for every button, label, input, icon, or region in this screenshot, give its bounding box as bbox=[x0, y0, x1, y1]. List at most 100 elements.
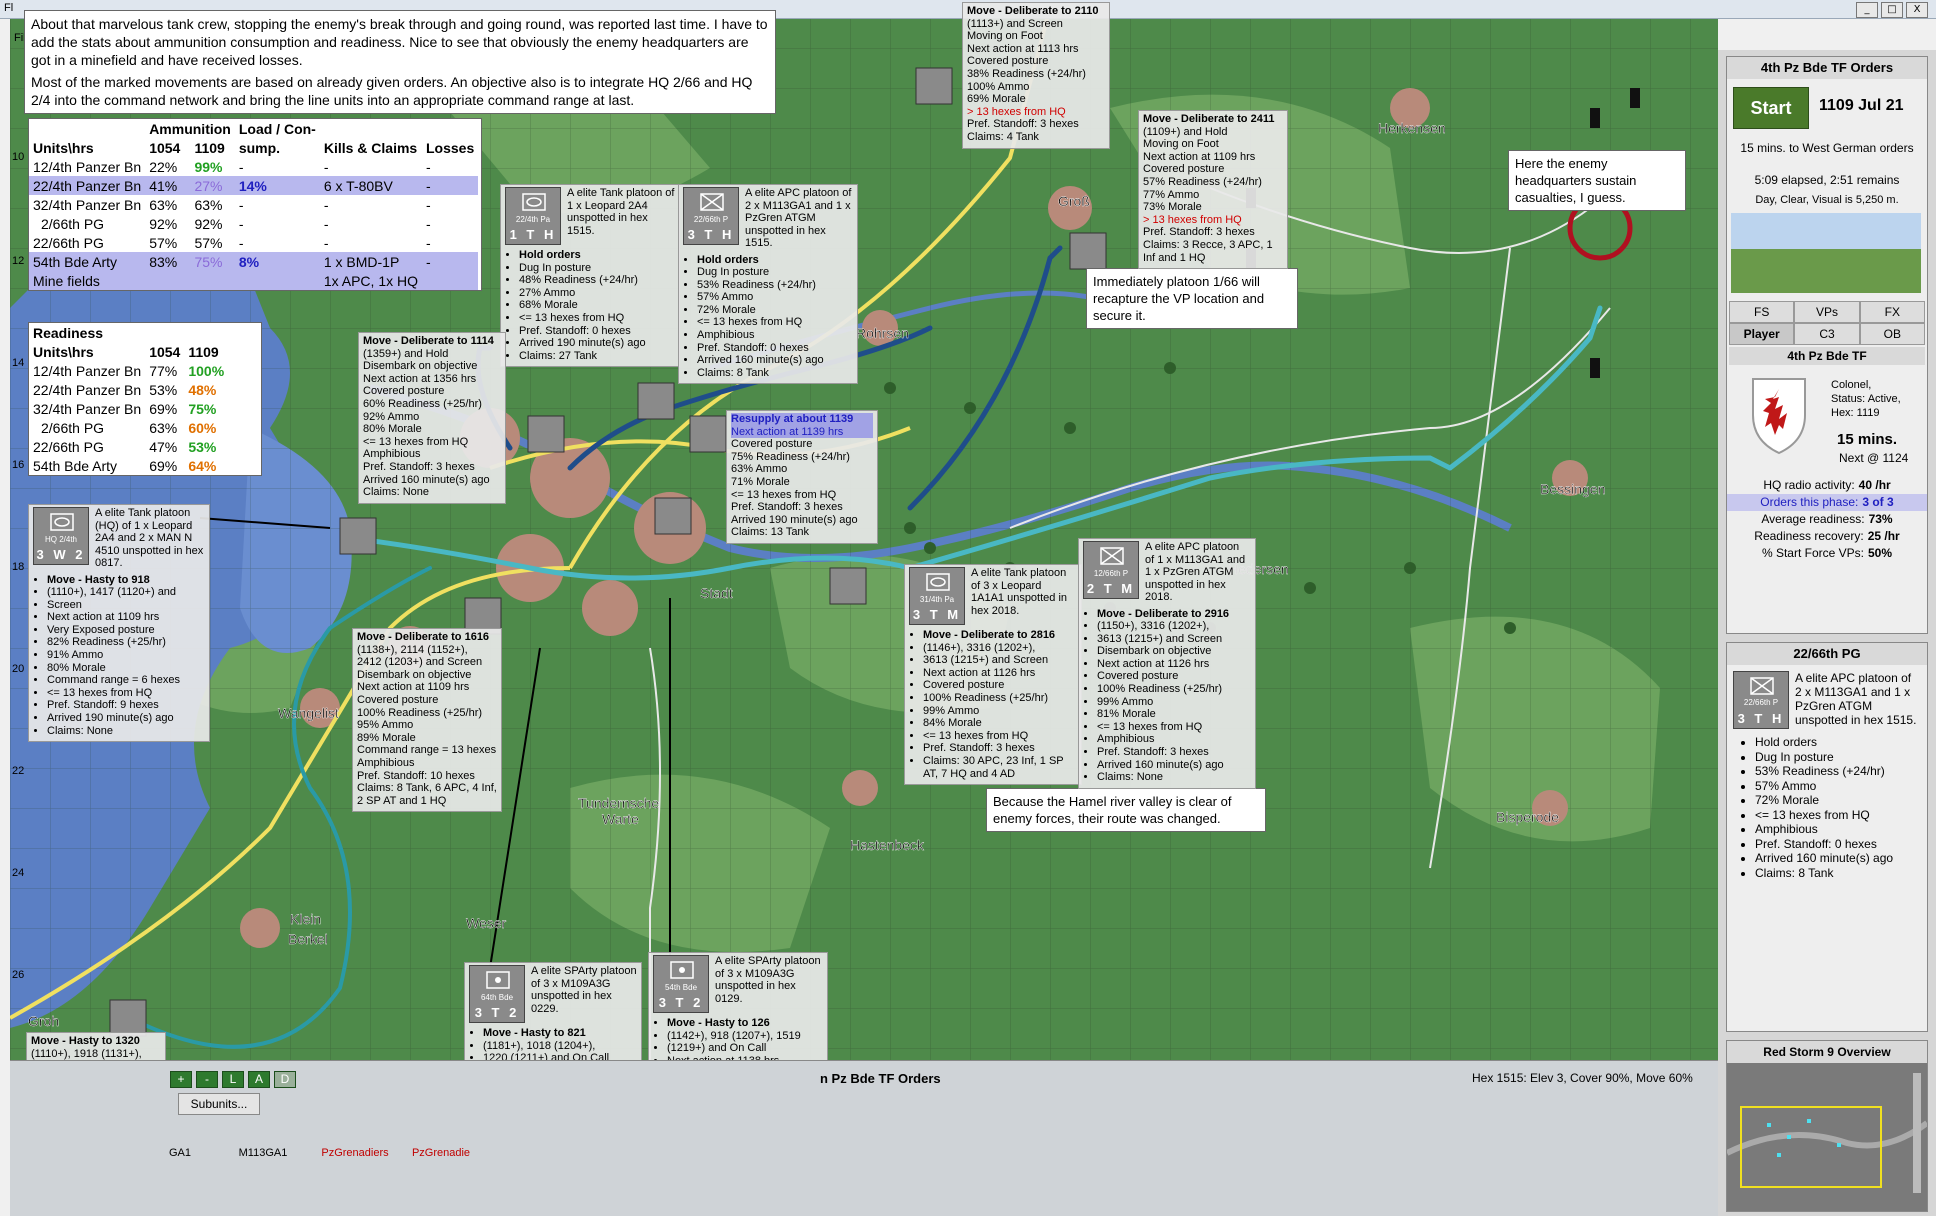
unit-status-line: Move - Deliberate to 2916 bbox=[1097, 608, 1251, 621]
unit-status-line: 3613 (1215+) and Screen bbox=[923, 654, 1077, 667]
unit-description: A elite SPArty platoon of 3 x M109A3G un… bbox=[715, 955, 821, 1005]
unit-counter[interactable]: 22/4th Pa 1 T H bbox=[505, 187, 561, 245]
unit-description: A elite APC platoon of 2 x M113GA1 and 1… bbox=[1795, 671, 1917, 727]
row-label: 10 bbox=[12, 151, 24, 163]
layer-a-button[interactable]: A bbox=[248, 1071, 270, 1088]
minimize-button[interactable]: _ bbox=[1856, 2, 1878, 18]
subunit-2[interactable]: M113GA1 bbox=[228, 1147, 298, 1159]
units-header: Units\hrs bbox=[33, 139, 94, 156]
start-button[interactable]: Start bbox=[1733, 87, 1809, 129]
svg-text:14: 14 bbox=[12, 357, 24, 369]
place-tundernsche: Tundernsche bbox=[578, 795, 659, 811]
hex-info: Hex 1515: Elev 3, Cover 90%, Move 60% bbox=[1472, 1071, 1693, 1085]
unit-status-line: Arrived 190 minute(s) ago bbox=[731, 513, 858, 526]
average-readiness: Average readiness: 73% bbox=[1761, 512, 1893, 526]
orders-title: 4th Pz Bde TF Orders bbox=[1727, 57, 1927, 79]
tab-fs[interactable]: FS bbox=[1729, 301, 1795, 323]
close-button[interactable]: X bbox=[1906, 2, 1928, 18]
weather: Day, Clear, Visual is 5,250 m. bbox=[1755, 194, 1899, 206]
place-hastenbeck: Hastenbeck bbox=[850, 837, 925, 853]
place-groh: Groh bbox=[28, 1013, 59, 1029]
intro-paragraph-2: Most of the marked movements are based o… bbox=[31, 74, 753, 108]
unit-status-line: 53% Readiness (+24/hr) bbox=[697, 279, 853, 292]
unit-status-line: 27% Ammo bbox=[519, 287, 675, 300]
subunit-3[interactable]: PzGrenadiers bbox=[310, 1147, 400, 1159]
unit-status-line: (1146+), 3316 (1202+), bbox=[923, 642, 1077, 655]
unit-status-line: 71% Morale bbox=[731, 475, 790, 488]
unit-status-line: 3613 (1215+) and Screen bbox=[1097, 633, 1251, 646]
unit-description: A elite Tank platoon (HQ) of 1 x Leopard… bbox=[95, 507, 204, 569]
maximize-button[interactable]: □ bbox=[1881, 2, 1903, 18]
place-bessingen: Bessingen bbox=[1540, 481, 1605, 497]
unit-counter[interactable]: 22/66th P3 T H bbox=[1733, 671, 1789, 729]
bottom-toolbar: + - L A D n Pz Bde TF Orders Hex 1515: E… bbox=[10, 1060, 1718, 1216]
unit-counter[interactable]: 64th Bde 3 T 2 bbox=[469, 965, 525, 1023]
table-row: 22/66th PG 57% 57% - - - bbox=[33, 234, 431, 251]
unit-status-line: Move - Deliberate to 1114 bbox=[363, 335, 494, 347]
unit-counter[interactable]: 22/66th P3 T H bbox=[683, 187, 739, 245]
unit-status-line: <= 13 hexes from HQ bbox=[1097, 721, 1251, 734]
unit-status-line: 95% Ammo bbox=[357, 719, 414, 732]
units-header: Units\hrs bbox=[33, 343, 94, 360]
unit-status-line: 57% Ammo bbox=[1755, 779, 1927, 794]
subunits-button[interactable]: Subunits... bbox=[178, 1093, 260, 1115]
commander-rank: Colonel, bbox=[1831, 379, 1872, 391]
unit-status-line: Claims: None bbox=[363, 486, 430, 499]
place-bisperode: Bisperode bbox=[1496, 809, 1559, 825]
unit-info-card: 12/66th P2 T M A elite APC platoon of 1 … bbox=[1078, 538, 1256, 789]
unit-status-line: Pref. Standoff: 3 hexes bbox=[967, 118, 1079, 131]
zoom-out-button[interactable]: - bbox=[196, 1071, 218, 1088]
unit-status-line: 80% Morale bbox=[47, 662, 205, 675]
unit-status-line: (1113+) and Screen bbox=[967, 17, 1063, 30]
unit-description: A elite APC platoon of 1 x M113GA1 and 1… bbox=[1145, 541, 1246, 603]
layer-d-button[interactable]: D bbox=[274, 1071, 296, 1088]
unit-status-line: Covered posture bbox=[363, 385, 445, 398]
unit-counter[interactable]: 31/4th Pa 3 T M bbox=[909, 567, 965, 625]
landscape-image bbox=[1731, 213, 1921, 293]
overview-minimap[interactable] bbox=[1727, 1063, 1927, 1211]
subunit-1[interactable]: GA1 bbox=[160, 1147, 200, 1159]
unit-status-line: <= 13 hexes from HQ bbox=[697, 316, 853, 329]
unit-status-line: 80% Morale bbox=[363, 423, 422, 436]
unit-status-line: Move - Hasty to 918 bbox=[47, 574, 205, 587]
unit-status-line: Hold orders bbox=[519, 249, 675, 262]
unit-counter[interactable]: 54th Bde 3 T 2 bbox=[653, 955, 709, 1013]
unit-status-line: 63% Ammo bbox=[731, 463, 788, 476]
tab-player[interactable]: Player bbox=[1729, 323, 1795, 345]
unit-info-card: Move - Deliberate to 1114 (1359+) and Hol… bbox=[358, 332, 506, 504]
tab-fx[interactable]: FX bbox=[1859, 301, 1925, 323]
unit-status-line: Pref. Standoff: 3 hexes bbox=[1143, 226, 1255, 239]
commander-status: Status: Active, bbox=[1831, 393, 1901, 405]
unit-status-line: (1150+), 3316 (1202+), bbox=[1097, 620, 1251, 633]
unit-status-line: 100% Ammo bbox=[967, 80, 1030, 93]
unit-status-line: Next action at 1109 hrs bbox=[357, 681, 470, 694]
overview-title: Red Storm 9 Overview bbox=[1727, 1041, 1927, 1063]
unit-counter[interactable]: HQ 2/4th 3 W 2 bbox=[33, 507, 89, 565]
unit-status-line: Next action at 1109 hrs bbox=[47, 611, 205, 624]
unit-status-line: Covered posture bbox=[731, 438, 813, 451]
tab-vps[interactable]: VPs bbox=[1794, 301, 1860, 323]
col-losses: Losses bbox=[426, 139, 475, 156]
layer-l-button[interactable]: L bbox=[222, 1071, 244, 1088]
tab-c3[interactable]: C3 bbox=[1794, 323, 1860, 345]
tab-ob[interactable]: OB bbox=[1859, 323, 1925, 345]
unit-counter[interactable]: 12/66th P2 T M bbox=[1083, 541, 1139, 599]
unit-status-line: Pref. Standoff: 3 hexes bbox=[731, 501, 843, 514]
table-row: 22/4th Panzer Bn 53% 48% bbox=[33, 381, 217, 398]
unit-status-line: Arrived 190 minute(s) ago bbox=[519, 337, 675, 350]
col-1109: 1109 bbox=[188, 343, 219, 360]
ammo-stats-table: Ammunition Load / Con- Units\hrs 1054 1109 s… bbox=[28, 118, 482, 291]
subunit-4[interactable]: PzGrenadie bbox=[406, 1147, 476, 1159]
unit-status-line: Move - Deliberate to 2816 bbox=[923, 629, 1077, 642]
unit-status-line: 57% Readiness (+24/hr) bbox=[1143, 175, 1262, 188]
unit-status-line: Arrived 190 minute(s) ago bbox=[47, 712, 205, 725]
orders-panel: 4th Pz Bde TF Orders Start 1109 Jul 21 1… bbox=[1726, 56, 1928, 634]
unit-status-line: (1109+) and Hold bbox=[1143, 125, 1228, 138]
zoom-in-button[interactable]: + bbox=[170, 1071, 192, 1088]
unit-status-line: Disembark on objective bbox=[1097, 645, 1251, 658]
orders-label: n Pz Bde TF Orders bbox=[820, 1071, 941, 1086]
svg-text:26: 26 bbox=[12, 969, 24, 981]
unit-status-line: Pref. Standoff: 9 hexes bbox=[47, 699, 205, 712]
unit-status-line: Claims: 8 Tank bbox=[1755, 866, 1927, 881]
apc-icon bbox=[700, 193, 724, 211]
